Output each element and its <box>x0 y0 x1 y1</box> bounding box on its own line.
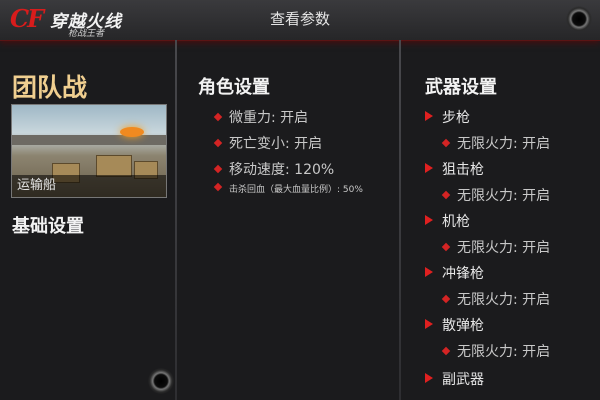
triangle-bullet-icon <box>425 319 433 329</box>
mode-title: 团队战 <box>12 73 88 102</box>
diamond-bullet-icon <box>213 182 223 192</box>
triangle-bullet-icon <box>425 163 433 173</box>
top-bar: CF 穿越火线 枪战王者 查看参数 <box>0 0 600 41</box>
map-thumbnail: 运输船 <box>11 104 167 198</box>
diamond-bullet-icon <box>441 242 451 252</box>
weapon-category-smg: 冲锋枪 <box>425 263 484 283</box>
diamond-bullet-icon <box>213 112 223 122</box>
map-scenery <box>12 135 166 145</box>
triangle-bullet-icon <box>425 373 433 383</box>
bullet-hole-icon <box>566 6 592 32</box>
weapon-option: 无限火力: 开启 <box>441 341 550 361</box>
diamond-bullet-icon <box>441 294 451 304</box>
role-setting-item: 击杀回血（最大血量比例）: 50% <box>213 182 365 195</box>
diamond-bullet-icon <box>213 164 223 174</box>
diamond-bullet-icon <box>213 138 223 148</box>
page-title: 查看参数 <box>269 10 330 28</box>
weapon-option: 无限火力: 开启 <box>441 237 550 257</box>
weapon-category-sniper: 狙击枪 <box>425 159 484 179</box>
basic-settings-title: 基础设置 <box>12 216 84 237</box>
role-setting-item: 移动速度: 120% <box>213 159 334 179</box>
diamond-bullet-icon <box>441 138 451 148</box>
role-setting-item: 微重力: 开启 <box>213 107 308 127</box>
weapon-settings-title: 武器设置 <box>425 77 497 98</box>
weapon-category-rifle: 步枪 <box>425 107 470 127</box>
weapon-option: 无限火力: 开启 <box>441 133 550 153</box>
mode-panel: 团队战 运输船 基础设置 <box>0 40 176 400</box>
weapon-settings-panel: 武器设置 步枪 无限火力: 开启 狙击枪 无限火力: 开启 机枪 无限火力: 开… <box>401 40 600 400</box>
triangle-bullet-icon <box>425 111 433 121</box>
weapon-category-shotgun: 散弹枪 <box>425 315 484 335</box>
weapon-option: 无限火力: 开启 <box>441 185 550 205</box>
role-setting-item: 死亡变小: 开启 <box>213 133 322 153</box>
map-name: 运输船 <box>12 175 166 197</box>
diamond-bullet-icon <box>441 190 451 200</box>
role-settings-panel: 角色设置 微重力: 开启 死亡变小: 开启 移动速度: 120% 击杀回血（最大… <box>177 40 399 400</box>
role-settings-title: 角色设置 <box>198 77 270 98</box>
weapon-category-machinegun: 机枪 <box>425 211 470 231</box>
weapon-option: 无限火力: 开启 <box>441 289 550 309</box>
map-scenery <box>120 127 144 137</box>
map-scenery <box>96 155 132 177</box>
triangle-bullet-icon <box>425 215 433 225</box>
triangle-bullet-icon <box>425 267 433 277</box>
diamond-bullet-icon <box>441 346 451 356</box>
weapon-category-secondary: 副武器 <box>425 369 484 389</box>
